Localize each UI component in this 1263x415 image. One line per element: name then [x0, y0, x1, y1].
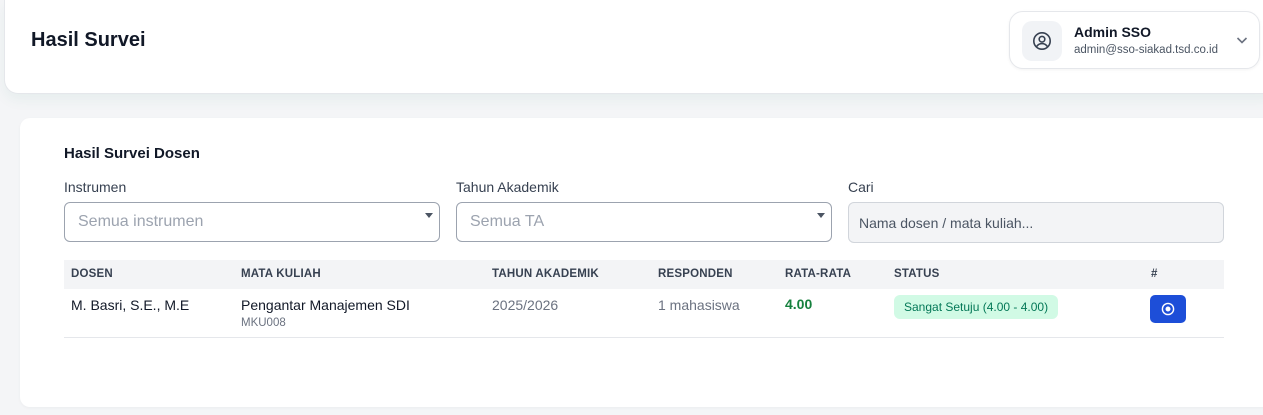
column-header-mata-kuliah: MATA KULIAH — [241, 268, 321, 280]
instrument-label: Instrumen — [64, 179, 127, 195]
academic-year-label: Tahun Akademik — [456, 179, 559, 195]
instrument-select[interactable]: Semua instrumen — [64, 202, 440, 242]
column-header-tahun-akademik: TAHUN AKADEMIK — [492, 268, 599, 280]
respondent-count: 1 mahasiswa — [658, 297, 740, 313]
page-title: Hasil Survei — [31, 29, 146, 51]
table-header: DOSEN MATA KULIAH TAHUN AKADEMIK RESPOND… — [64, 260, 1224, 289]
caret-down-icon — [425, 213, 433, 218]
average-score: 4.00 — [785, 296, 813, 312]
course-name: Pengantar Manajemen SDI — [241, 297, 410, 313]
column-header-rata-rata: RATA-RATA — [785, 268, 852, 280]
column-header-responden: RESPONDEN — [658, 268, 733, 280]
user-circle-icon — [1022, 21, 1062, 61]
user-name: Admin SSO — [1074, 24, 1152, 40]
user-menu[interactable]: Admin SSO admin@sso-siakad.tsd.co.id — [1009, 11, 1260, 69]
column-header-action: # — [1151, 268, 1158, 280]
instrument-select-value: Semua instrumen — [78, 213, 204, 230]
academic-year: 2025/2026 — [492, 297, 559, 313]
course-code: MKU008 — [241, 317, 286, 329]
chevron-down-icon — [1236, 37, 1248, 44]
lecturer-name: M. Basri, S.E., M.E — [71, 297, 190, 313]
view-detail-icon — [1161, 302, 1175, 316]
search-input[interactable] — [848, 202, 1224, 243]
top-bar: Hasil Survei Admin SSO admin@sso-siakad.… — [4, 0, 1263, 94]
academic-year-select-value: Semua TA — [470, 213, 545, 230]
caret-down-icon — [817, 213, 825, 218]
card-title: Hasil Survei Dosen — [64, 145, 200, 162]
table-row: M. Basri, S.E., M.E Pengantar Manajemen … — [64, 289, 1224, 338]
column-header-status: STATUS — [894, 268, 940, 280]
status-badge: Sangat Setuju (4.00 - 4.00) — [894, 295, 1059, 319]
survey-results-card: Hasil Survei Dosen Instrumen Semua instr… — [20, 118, 1263, 407]
academic-year-select[interactable]: Semua TA — [456, 202, 832, 242]
user-email: admin@sso-siakad.tsd.co.id — [1074, 44, 1218, 56]
view-detail-button[interactable] — [1150, 295, 1186, 323]
column-header-dosen: DOSEN — [71, 268, 113, 280]
search-label: Cari — [848, 179, 874, 195]
